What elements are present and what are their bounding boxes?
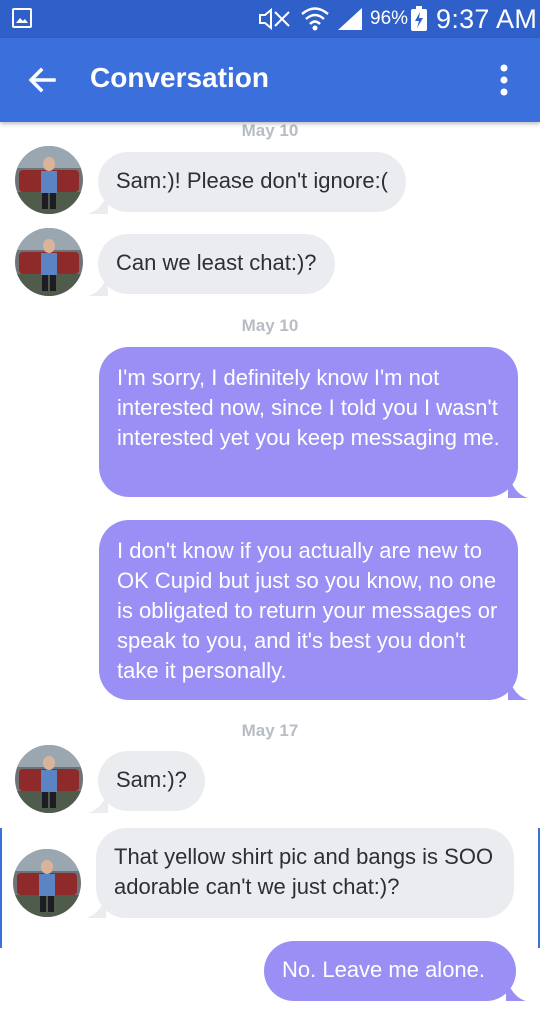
battery-percentage: 96% xyxy=(370,8,409,29)
message-bubble-outgoing[interactable]: I don't know if you actually are new to … xyxy=(99,520,518,700)
message-bubble-outgoing[interactable]: I'm sorry, I definitely know I'm not int… xyxy=(99,347,518,497)
avatar[interactable] xyxy=(15,146,83,214)
arrow-back-icon[interactable] xyxy=(26,64,58,96)
avatar[interactable] xyxy=(15,228,83,296)
selection-indicator xyxy=(0,828,2,948)
mute-icon xyxy=(259,7,290,31)
message-bubble-incoming[interactable]: Sam:)! Please don't ignore:( xyxy=(98,152,407,212)
date-separator: May 10 xyxy=(241,121,299,140)
clock: 9:37 AM xyxy=(436,4,538,34)
message-bubble-outgoing[interactable]: No. Leave me alone. xyxy=(264,941,516,1001)
message-bubble-incoming[interactable]: That yellow shirt pic and bangs is SOO a… xyxy=(96,828,514,918)
signal-icon xyxy=(338,8,362,30)
app-bar: Conversation xyxy=(0,38,540,122)
gallery-notification-icon xyxy=(12,8,32,28)
status-bar: 96% 9:37 AM xyxy=(0,0,540,38)
avatar[interactable] xyxy=(13,849,81,917)
more-vert-icon[interactable] xyxy=(494,62,514,98)
message-bubble-incoming[interactable]: Can we least chat:)? xyxy=(98,234,335,294)
message-bubble-incoming[interactable]: Sam:)? xyxy=(98,751,205,811)
battery-charging-icon xyxy=(411,6,427,31)
page-title: Conversation xyxy=(90,62,269,93)
date-separator: May 17 xyxy=(241,721,299,740)
avatar[interactable] xyxy=(15,745,83,813)
date-separator: May 10 xyxy=(241,316,299,335)
wifi-icon xyxy=(301,7,329,31)
